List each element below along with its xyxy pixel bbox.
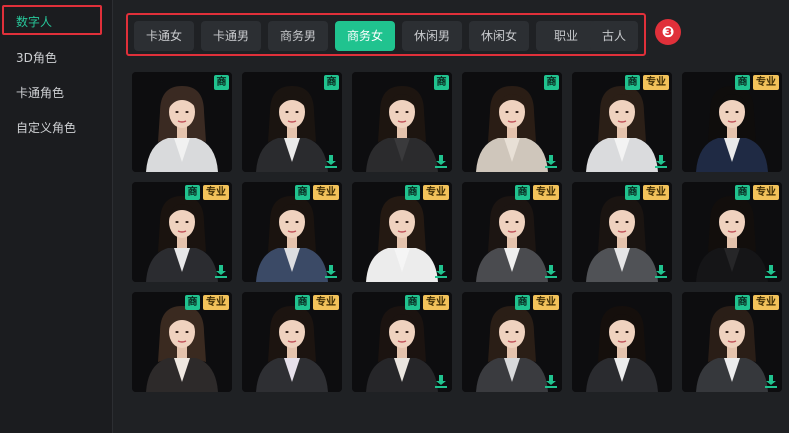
avatar-card[interactable]: 商专业 (242, 182, 342, 282)
professional-badge: 专业 (313, 185, 339, 200)
avatar-card[interactable]: 商专业 (352, 182, 452, 282)
commercial-badge: 商 (295, 185, 310, 200)
tab-cartoon-female[interactable]: 卡通女 (134, 21, 194, 51)
download-icon[interactable] (654, 264, 668, 278)
sidebar-item-cartoon-character[interactable]: 卡通角色 (16, 84, 64, 101)
download-icon[interactable] (544, 264, 558, 278)
commercial-badge: 商 (735, 295, 750, 310)
tab-ancient[interactable]: 古人 (590, 21, 638, 51)
download-icon[interactable] (544, 154, 558, 168)
professional-badge: 专业 (753, 75, 779, 90)
avatar-card[interactable]: 商专业 (352, 292, 452, 392)
commercial-badge: 商 (185, 295, 200, 310)
commercial-badge: 商 (324, 75, 339, 90)
tab-business-male[interactable]: 商务男 (268, 21, 328, 51)
sidebar-item-custom-character[interactable]: 自定义角色 (16, 119, 76, 136)
avatar-card[interactable]: 商专业 (682, 292, 782, 392)
commercial-badge: 商 (735, 75, 750, 90)
tab-casual-male[interactable]: 休闲男 (402, 21, 462, 51)
professional-badge: 专业 (203, 185, 229, 200)
tab-cartoon-male[interactable]: 卡通男 (201, 21, 261, 51)
avatar-card[interactable]: 商专业 (462, 292, 562, 392)
avatar-card[interactable]: 商专业 (132, 292, 232, 392)
download-icon[interactable] (324, 154, 338, 168)
avatar-card[interactable]: 商专业 (242, 292, 342, 392)
commercial-badge: 商 (735, 185, 750, 200)
tab-business-female[interactable]: 商务女 (335, 21, 395, 51)
avatar-card[interactable] (572, 292, 672, 392)
sidebar-item-digital-human[interactable]: 数字人 (16, 13, 52, 30)
professional-badge: 专业 (423, 295, 449, 310)
avatar-card[interactable]: 商 (242, 72, 342, 172)
commercial-badge: 商 (185, 185, 200, 200)
professional-badge: 专业 (643, 75, 669, 90)
download-icon[interactable] (764, 264, 778, 278)
tab-professional[interactable]: 职业 (536, 21, 596, 51)
commercial-badge: 商 (295, 295, 310, 310)
download-icon[interactable] (434, 154, 448, 168)
download-icon[interactable] (544, 374, 558, 388)
download-icon[interactable] (434, 264, 448, 278)
professional-badge: 专业 (203, 295, 229, 310)
download-icon[interactable] (434, 374, 448, 388)
download-icon[interactable] (214, 264, 228, 278)
professional-badge: 专业 (313, 295, 339, 310)
professional-badge: 专业 (423, 185, 449, 200)
avatar-card[interactable]: 商专业 (682, 72, 782, 172)
download-icon[interactable] (764, 374, 778, 388)
avatar-card[interactable]: 商专业 (682, 182, 782, 282)
commercial-badge: 商 (515, 185, 530, 200)
avatar-card[interactable]: 商专业 (132, 182, 232, 282)
category-tabs: 卡通女 卡通男 商务男 商务女 休闲男 休闲女 职业 古人 (126, 13, 646, 56)
avatar-card[interactable]: 商专业 (572, 182, 672, 282)
avatar-card[interactable]: 商 (462, 72, 562, 172)
commercial-badge: 商 (625, 185, 640, 200)
avatar-portrait (572, 292, 672, 392)
commercial-badge: 商 (515, 295, 530, 310)
commercial-badge: 商 (405, 295, 420, 310)
avatar-card[interactable]: 商专业 (572, 72, 672, 172)
commercial-badge: 商 (625, 75, 640, 90)
avatar-card[interactable]: 商 (352, 72, 452, 172)
professional-badge: 专业 (753, 295, 779, 310)
commercial-badge: 商 (405, 185, 420, 200)
step-number-badge: ❸ (655, 19, 681, 45)
commercial-badge: 商 (214, 75, 229, 90)
professional-badge: 专业 (753, 185, 779, 200)
professional-badge: 专业 (533, 185, 559, 200)
avatar-card[interactable]: 商专业 (462, 182, 562, 282)
commercial-badge: 商 (544, 75, 559, 90)
sidebar: 数字人 3D角色 卡通角色 自定义角色 (0, 0, 113, 433)
download-icon[interactable] (654, 154, 668, 168)
professional-badge: 专业 (643, 185, 669, 200)
professional-badge: 专业 (533, 295, 559, 310)
download-icon[interactable] (324, 264, 338, 278)
main-panel: 卡通女 卡通男 商务男 商务女 休闲男 休闲女 职业 古人 ❸ 商商商商商专业商… (114, 0, 789, 433)
tab-casual-female[interactable]: 休闲女 (469, 21, 529, 51)
commercial-badge: 商 (434, 75, 449, 90)
avatar-card[interactable]: 商 (132, 72, 232, 172)
sidebar-item-3d-character[interactable]: 3D角色 (16, 49, 57, 66)
